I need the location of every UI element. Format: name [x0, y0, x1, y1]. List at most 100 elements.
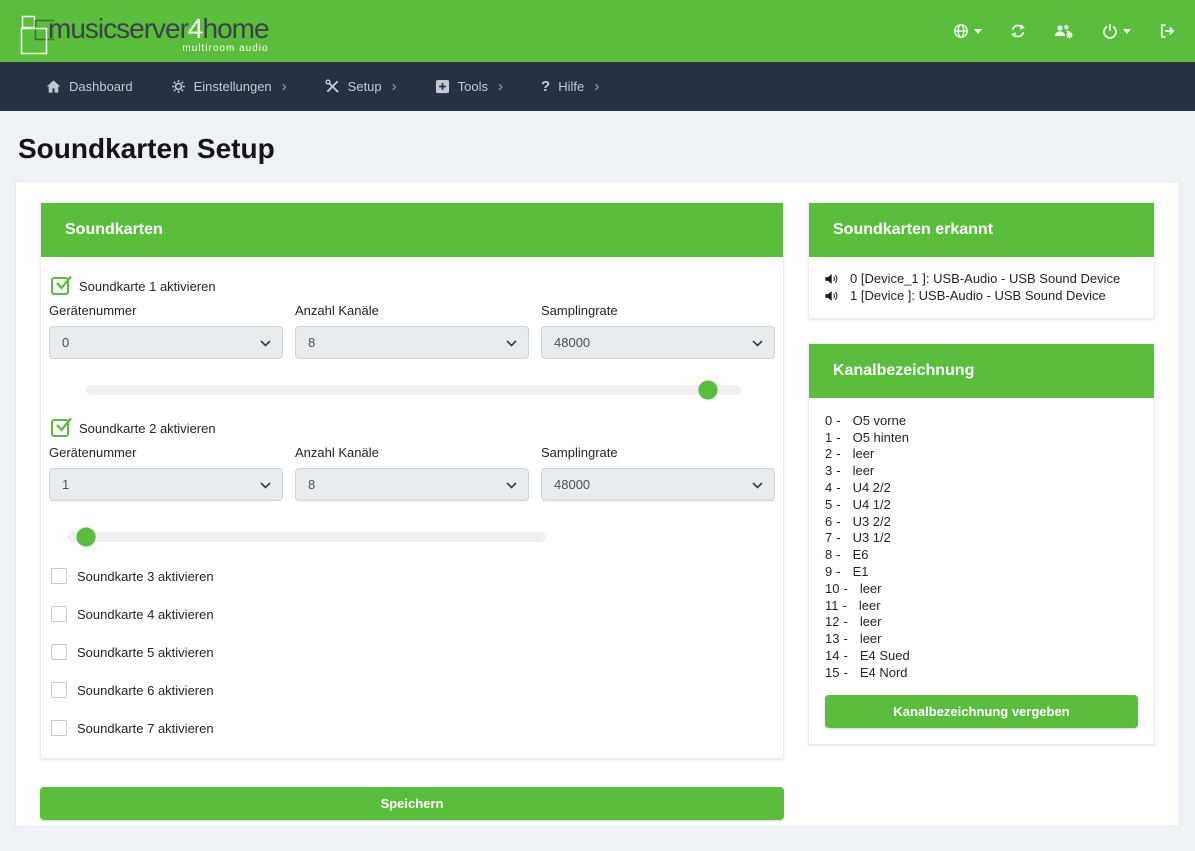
check-icon [53, 273, 73, 293]
question-icon: ? [541, 78, 550, 95]
checkbox-soundcard-1[interactable] [51, 277, 69, 295]
page-title: Soundkarten Setup [18, 133, 1195, 165]
checkbox-soundcard-3[interactable] [51, 568, 67, 584]
soundcard-4-enable[interactable]: Soundkarte 4 aktivieren [51, 606, 775, 622]
volume-slider-1[interactable] [86, 385, 741, 395]
nav-label: Setup [348, 79, 382, 94]
save-button[interactable]: Speichern [40, 787, 784, 820]
nav-item-dashboard[interactable]: Dashboard [30, 62, 149, 111]
device-number-select[interactable]: 0 [49, 326, 283, 359]
channel-number: 14 [825, 648, 839, 663]
users-menu[interactable] [1054, 23, 1074, 39]
nav-item-hilfe[interactable]: ? Hilfe › [525, 62, 615, 111]
channel-number: 11 [825, 598, 839, 613]
soundcard-7-enable[interactable]: Soundkarte 7 aktivieren [51, 720, 775, 736]
channel-number: 4 [825, 480, 832, 495]
logout-button[interactable] [1159, 23, 1175, 39]
field-label: Gerätenummer [49, 445, 283, 460]
channel-row: 8-E6 [825, 546, 1138, 563]
volume-slider-2[interactable] [67, 532, 546, 542]
device-number-select[interactable]: 1 [49, 468, 283, 501]
chevron-right-icon: › [282, 82, 287, 92]
checkbox-soundcard-5[interactable] [51, 644, 67, 660]
channel-row: 2-leer [825, 446, 1138, 463]
detected-device-row: 1 [Device ]: USB-Audio - USB Sound Devic… [825, 287, 1138, 304]
channel-count-select[interactable]: 8 [295, 326, 529, 359]
tools-icon [325, 79, 340, 94]
main-navbar: Dashboard Einstellungen › Setup › Tools … [0, 62, 1195, 111]
chevron-down-icon [260, 340, 271, 347]
brand-tagline: multiroom audio [48, 44, 269, 54]
soundcard-1-fields: Gerätenummer 0 Anzahl Kanäle 8 [49, 303, 775, 359]
nav-item-tools[interactable]: Tools › [419, 62, 519, 111]
select-value: 48000 [554, 477, 590, 492]
soundcard-2-fields: Gerätenummer 1 Anzahl Kanäle 8 [49, 445, 775, 501]
checkbox-soundcard-7[interactable] [51, 720, 67, 736]
channel-dash: - [836, 547, 840, 562]
brand-post: home [203, 13, 269, 44]
channel-name: leer [853, 446, 875, 461]
checkbox-label: Soundkarte 5 aktivieren [77, 645, 214, 660]
checkbox-soundcard-2[interactable] [51, 419, 69, 437]
channel-dash: - [843, 614, 847, 629]
soundcard-1-enable[interactable]: Soundkarte 1 aktivieren [51, 277, 775, 295]
channel-count-select[interactable]: 8 [295, 468, 529, 501]
channel-name: E1 [853, 564, 869, 579]
device-text: 1 [Device ]: USB-Audio - USB Sound Devic… [850, 288, 1106, 303]
home-icon [46, 79, 61, 94]
channel-row: 11-leer [825, 597, 1138, 614]
channel-dash: - [843, 598, 847, 613]
channel-dash: - [836, 497, 840, 512]
header-actions [953, 23, 1175, 39]
slider-handle[interactable] [77, 528, 96, 547]
checkbox-soundcard-4[interactable] [51, 606, 67, 622]
channel-number: 13 [825, 631, 839, 646]
brand-pre: musicserver [48, 13, 188, 44]
chevron-down-icon [752, 340, 763, 347]
detected-panel-title: Soundkarten erkannt [809, 203, 1154, 257]
channel-dash: - [836, 530, 840, 545]
users-gear-icon [1054, 23, 1074, 39]
chevron-right-icon: › [498, 82, 503, 92]
chevron-down-icon [506, 482, 517, 489]
samplerate-field: Samplingrate 48000 [541, 303, 775, 359]
field-label: Anzahl Kanäle [295, 445, 529, 460]
soundcard-3-enable[interactable]: Soundkarte 3 aktivieren [51, 568, 775, 584]
channel-name: U4 1/2 [853, 497, 891, 512]
channel-dash: - [843, 631, 847, 646]
power-menu[interactable] [1102, 23, 1131, 39]
soundcards-column: Soundkarten Soundkarte 1 aktivieren Gerä… [40, 202, 784, 806]
brand-logo: musicserver4home multiroom audio [10, 5, 269, 57]
plus-square-icon [435, 79, 450, 94]
samplerate-select[interactable]: 48000 [541, 326, 775, 359]
power-icon [1102, 23, 1118, 39]
brand-text: musicserver4home multiroom audio [48, 15, 269, 54]
samplerate-select[interactable]: 48000 [541, 468, 775, 501]
soundcard-2-enable[interactable]: Soundkarte 2 aktivieren [51, 419, 775, 437]
soundcard-5-enable[interactable]: Soundkarte 5 aktivieren [51, 644, 775, 660]
brand-num: 4 [188, 13, 203, 44]
checkbox-label: Soundkarte 3 aktivieren [77, 569, 214, 584]
language-menu[interactable] [953, 23, 982, 39]
nav-label: Einstellungen [194, 79, 272, 94]
nav-item-setup[interactable]: Setup › [309, 62, 413, 111]
info-column: Soundkarten erkannt 0 [Device_1 ]: USB-A… [808, 202, 1155, 806]
channel-dash: - [836, 446, 840, 461]
refresh-button[interactable] [1010, 23, 1026, 39]
channel-number: 12 [825, 614, 839, 629]
channel-dash: - [836, 413, 840, 428]
soundcard-6-enable[interactable]: Soundkarte 6 aktivieren [51, 682, 775, 698]
gear-icon [171, 79, 186, 94]
channel-name: leer [859, 598, 881, 613]
checkbox-soundcard-6[interactable] [51, 682, 67, 698]
nav-item-einstellungen[interactable]: Einstellungen › [155, 62, 303, 111]
select-value: 8 [308, 477, 315, 492]
channel-row: 14-E4 Sued [825, 647, 1138, 664]
slider-handle[interactable] [699, 381, 718, 400]
checkbox-label: Soundkarte 2 aktivieren [79, 421, 216, 436]
device-number-field: Gerätenummer 0 [49, 303, 283, 359]
channel-count-field: Anzahl Kanäle 8 [295, 445, 529, 501]
channel-name: E6 [853, 547, 869, 562]
checkbox-label: Soundkarte 4 aktivieren [77, 607, 214, 622]
assign-channels-button[interactable]: Kanalbezeichnung vergeben [825, 695, 1138, 728]
